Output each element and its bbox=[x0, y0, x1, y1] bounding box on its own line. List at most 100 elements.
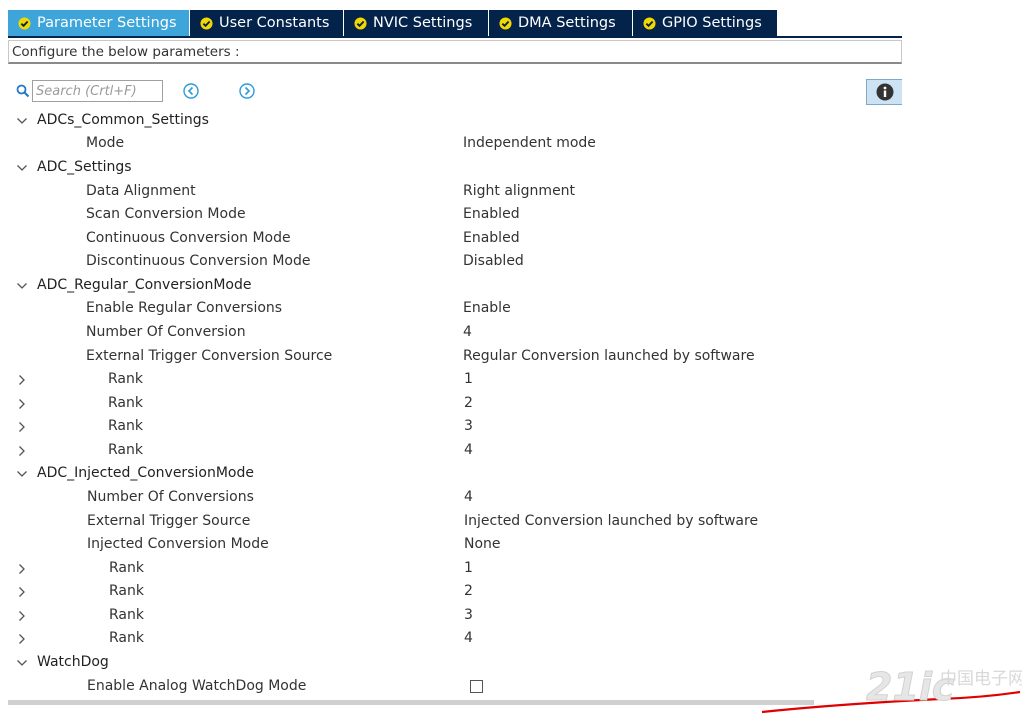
info-button[interactable] bbox=[866, 79, 902, 105]
tab-label: Parameter Settings bbox=[37, 15, 177, 31]
rank-label: Rank bbox=[109, 630, 144, 646]
tab-dma-settings[interactable]: DMA Settings bbox=[489, 10, 633, 36]
rank-label: Rank bbox=[108, 395, 143, 411]
group-label: ADC_Regular_ConversionMode bbox=[37, 277, 252, 293]
next-match-icon[interactable] bbox=[238, 82, 256, 100]
param-value[interactable]: 4 bbox=[464, 486, 473, 509]
param-row[interactable]: Number Of Conversion 4 bbox=[8, 321, 898, 344]
param-row[interactable]: Scan Conversion Mode Enabled bbox=[8, 203, 898, 226]
param-label: Number Of Conversion bbox=[86, 324, 246, 340]
chevron-right-icon[interactable] bbox=[16, 586, 28, 598]
rank-row[interactable]: Rank 2 bbox=[8, 580, 898, 603]
param-row[interactable]: Mode Independent mode bbox=[8, 132, 898, 155]
param-value[interactable]: Regular Conversion launched by software bbox=[463, 345, 755, 368]
rank-row[interactable]: Rank 1 bbox=[8, 557, 898, 580]
check-circle-icon bbox=[499, 16, 512, 30]
rank-value: 2 bbox=[464, 395, 473, 411]
search-icon bbox=[16, 84, 30, 98]
tab-user-constants[interactable]: User Constants bbox=[190, 10, 344, 36]
rank-value: 1 bbox=[464, 560, 473, 576]
check-circle-icon bbox=[354, 16, 367, 30]
group-adc-settings[interactable]: ADC_Settings bbox=[8, 156, 898, 179]
chevron-down-icon[interactable] bbox=[16, 657, 28, 669]
param-value[interactable]: Injected Conversion launched by software bbox=[464, 510, 758, 533]
watermark-logo: 21ic 中国电子网 bbox=[866, 664, 1022, 712]
rank-label: Rank bbox=[108, 418, 143, 434]
group-label: ADC_Injected_ConversionMode bbox=[37, 465, 254, 481]
check-circle-icon bbox=[200, 16, 213, 30]
param-label: Mode bbox=[86, 135, 125, 151]
rank-value: 2 bbox=[464, 583, 473, 599]
check-circle-icon bbox=[18, 16, 31, 30]
search-input[interactable] bbox=[32, 80, 163, 102]
group-label: ADCs_Common_Settings bbox=[37, 112, 209, 128]
param-label: Number Of Conversions bbox=[87, 489, 254, 505]
param-row[interactable]: External Trigger Conversion Source Regul… bbox=[8, 345, 898, 368]
rank-row[interactable]: Rank 4 bbox=[8, 439, 898, 462]
chevron-down-icon[interactable] bbox=[16, 162, 28, 174]
param-row[interactable]: Enable Regular Conversions Enable bbox=[8, 297, 898, 320]
chevron-right-icon[interactable] bbox=[16, 421, 28, 433]
group-label: WatchDog bbox=[37, 654, 109, 670]
chevron-down-icon[interactable] bbox=[16, 115, 28, 127]
chevron-right-icon[interactable] bbox=[16, 398, 28, 410]
param-row[interactable]: Injected Conversion Mode None bbox=[8, 533, 898, 556]
rank-label: Rank bbox=[109, 583, 144, 599]
tab-underline bbox=[8, 36, 902, 38]
param-label: Continuous Conversion Mode bbox=[86, 230, 291, 246]
search-toolbar bbox=[14, 79, 902, 105]
group-watchdog[interactable]: WatchDog bbox=[8, 651, 898, 674]
analog-watchdog-checkbox[interactable] bbox=[470, 680, 483, 693]
param-value[interactable]: Enabled bbox=[463, 227, 520, 250]
group-adc-regular-conversionmode[interactable]: ADC_Regular_ConversionMode bbox=[8, 274, 898, 297]
chevron-down-icon[interactable] bbox=[16, 280, 28, 292]
rank-row[interactable]: Rank 4 bbox=[8, 627, 898, 650]
param-value[interactable]: Independent mode bbox=[463, 132, 596, 155]
svg-text:中国电子网: 中国电子网 bbox=[940, 669, 1022, 689]
param-value[interactable]: None bbox=[464, 533, 501, 556]
param-label: Scan Conversion Mode bbox=[86, 206, 246, 222]
chevron-down-icon[interactable] bbox=[16, 468, 28, 480]
tab-parameter-settings[interactable]: Parameter Settings bbox=[8, 10, 190, 36]
rank-value: 4 bbox=[464, 630, 473, 646]
rank-value: 3 bbox=[464, 607, 473, 623]
param-label: External Trigger Conversion Source bbox=[86, 348, 333, 364]
rank-value: 3 bbox=[464, 418, 473, 434]
tab-label: GPIO Settings bbox=[662, 15, 762, 31]
rank-label: Rank bbox=[108, 371, 143, 387]
chevron-right-icon[interactable] bbox=[16, 610, 28, 622]
rank-value: 4 bbox=[464, 442, 473, 458]
param-label: Data Alignment bbox=[86, 183, 196, 199]
tab-gpio-settings[interactable]: GPIO Settings bbox=[633, 10, 778, 36]
chevron-right-icon[interactable] bbox=[16, 563, 28, 575]
param-value[interactable]: Enable bbox=[463, 297, 511, 320]
param-label: External Trigger Source bbox=[87, 513, 251, 529]
param-label: Enable Analog WatchDog Mode bbox=[87, 678, 307, 694]
previous-match-icon[interactable] bbox=[182, 82, 200, 100]
param-label: Discontinuous Conversion Mode bbox=[86, 253, 311, 269]
param-value[interactable]: Right alignment bbox=[463, 180, 575, 203]
rank-row[interactable]: Rank 3 bbox=[8, 415, 898, 438]
param-row[interactable]: Data Alignment Right alignment bbox=[8, 180, 898, 203]
horizontal-scrollbar[interactable] bbox=[8, 700, 814, 705]
tab-label: User Constants bbox=[219, 15, 330, 31]
group-adc-injected-conversionmode[interactable]: ADC_Injected_ConversionMode bbox=[8, 462, 898, 485]
param-row[interactable]: Continuous Conversion Mode Enabled bbox=[8, 227, 898, 250]
chevron-right-icon[interactable] bbox=[16, 633, 28, 645]
rank-value: 1 bbox=[464, 371, 473, 387]
rank-row[interactable]: Rank 3 bbox=[8, 604, 898, 627]
param-row[interactable]: Number Of Conversions 4 bbox=[8, 486, 898, 509]
param-value[interactable]: Disabled bbox=[463, 250, 524, 273]
rank-row[interactable]: Rank 1 bbox=[8, 368, 898, 391]
chevron-right-icon[interactable] bbox=[16, 445, 28, 457]
rank-row[interactable]: Rank 2 bbox=[8, 392, 898, 415]
rank-label: Rank bbox=[109, 560, 144, 576]
tab-nvic-settings[interactable]: NVIC Settings bbox=[344, 10, 489, 36]
param-value[interactable]: 4 bbox=[463, 321, 472, 344]
group-adcs-common-settings[interactable]: ADCs_Common_Settings bbox=[8, 109, 898, 132]
param-row[interactable]: External Trigger Source Injected Convers… bbox=[8, 510, 898, 533]
param-value[interactable]: Enabled bbox=[463, 203, 520, 226]
param-row[interactable]: Discontinuous Conversion Mode Disabled bbox=[8, 250, 898, 273]
chevron-right-icon[interactable] bbox=[16, 374, 28, 386]
rank-label: Rank bbox=[109, 607, 144, 623]
